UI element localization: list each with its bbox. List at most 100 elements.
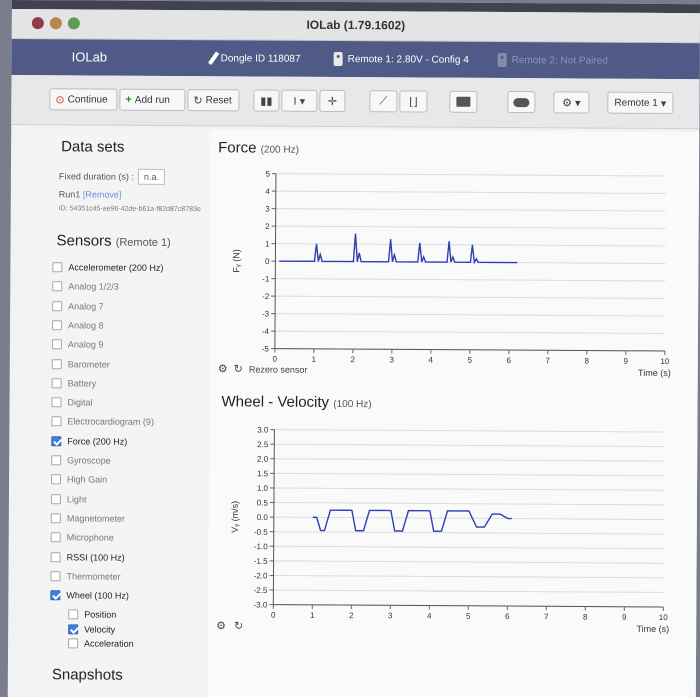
gridline <box>273 502 664 506</box>
x-axis-label: Time (s) <box>638 368 671 378</box>
sensor-item[interactable]: Gyroscope <box>51 455 111 466</box>
remove-run-link[interactable]: [Remove] <box>83 189 122 199</box>
x-tick-label: 10 <box>660 357 670 366</box>
y-tick-label: 2.5 <box>257 440 269 449</box>
fixed-duration-field[interactable]: n.a. <box>137 168 166 185</box>
sensor-item[interactable]: Barometer <box>51 358 110 370</box>
gear-icon[interactable]: ⚙ <box>218 362 228 375</box>
wheel-option[interactable]: Position <box>68 609 116 620</box>
sensor-item[interactable]: Microphone <box>50 532 114 543</box>
line-chart-button[interactable]: ⟋ <box>369 90 398 113</box>
sensors-title: Sensors <box>56 232 112 250</box>
sensor-checkbox[interactable] <box>51 416 62 427</box>
remote-device-icon <box>497 52 507 68</box>
sensor-checkbox[interactable] <box>52 281 63 292</box>
dongle-status: Dongle ID 118087 <box>207 51 301 66</box>
sensor-item[interactable]: Battery <box>51 378 96 389</box>
sensor-checkbox[interactable] <box>51 320 63 331</box>
sensor-item[interactable]: Wheel (100 Hz) <box>50 590 129 601</box>
force-chart[interactable]: 543210-1-2-3-4-50 1 2 3 4 5 6 7 8 9 10Time (s)Fᵧ (… <box>209 165 699 428</box>
settings-button[interactable]: ⚙ ▾ <box>553 91 590 114</box>
wheel-velocity-chart[interactable]: 3.0 2.5 2.0 1.5 1.0 0.5 0.0 -0.5 -1.0 -1.5 -2.0 -2.… <box>208 421 697 664</box>
open-folder-button[interactable] <box>449 90 478 113</box>
sensor-label: Gyroscope <box>67 455 111 466</box>
gear-icon[interactable]: ⚙ <box>216 619 226 632</box>
sensor-checkbox[interactable] <box>50 513 61 524</box>
sensor-item[interactable]: Analog 7 <box>52 300 104 311</box>
sensor-item[interactable]: Analog 1/2/3 <box>52 281 119 292</box>
sensor-checkbox[interactable] <box>52 262 63 273</box>
sensor-item[interactable]: Force (200 Hz) <box>51 435 127 446</box>
x-tick-label: 8 <box>585 357 590 366</box>
sensor-checkbox[interactable] <box>50 493 61 504</box>
x-tick-label: 2 <box>351 355 356 364</box>
fixed-duration-row: Fixed duration (s) : n.a. <box>59 168 166 185</box>
sensor-checkbox[interactable] <box>51 455 62 466</box>
sensor-checkbox[interactable] <box>52 300 63 311</box>
remote-select[interactable]: Remote 1 ▾ <box>607 91 674 115</box>
sensor-item[interactable]: Electrocardiogram (9) <box>51 416 154 427</box>
move-button[interactable]: ✛ <box>319 89 346 113</box>
sensor-item[interactable]: Digital <box>51 397 93 408</box>
gridline <box>275 225 666 229</box>
cloud-button[interactable] <box>507 91 536 114</box>
sensor-checkbox[interactable] <box>51 339 62 350</box>
chevron-down-icon: ▾ <box>660 97 667 110</box>
sensor-item[interactable]: High Gain <box>51 474 107 485</box>
bar-chart-icon: ▮▮ <box>260 95 273 108</box>
cursor-mode-button[interactable]: I ▾ <box>281 89 318 112</box>
add-run-button[interactable]: + Add run <box>119 88 186 112</box>
sensor-checkbox[interactable] <box>51 474 62 485</box>
sensor-item[interactable]: Light <box>50 493 87 504</box>
sensor-checkbox[interactable] <box>51 397 62 408</box>
run-label: Run1 <box>58 189 81 200</box>
sensor-item[interactable]: Analog 9 <box>51 339 103 350</box>
wheel-option[interactable]: Velocity <box>68 624 115 635</box>
wheel-option-checkbox[interactable] <box>68 638 79 649</box>
sensor-item[interactable]: RSSI (100 Hz) <box>50 551 125 562</box>
sensor-checkbox[interactable] <box>50 532 61 543</box>
sensor-item[interactable]: Thermometer <box>50 571 121 582</box>
sensor-checkbox[interactable] <box>51 358 62 369</box>
add-run-label: Add run <box>134 94 170 106</box>
gridline <box>275 173 666 177</box>
sensor-checkbox[interactable] <box>51 435 62 446</box>
gridline <box>275 190 666 194</box>
continue-label: Continue <box>67 93 108 106</box>
y-tick-label: -3.0 <box>253 600 267 609</box>
stats-button[interactable]: ▮▮ <box>253 89 280 112</box>
sensor-label: Analog 1/2/3 <box>68 281 119 292</box>
fit-chart-button[interactable]: ⌊⌋ <box>399 90 428 113</box>
sensor-item[interactable]: Analog 8 <box>51 320 104 331</box>
rezero-icon[interactable]: ↻ <box>234 619 243 632</box>
gridline <box>273 516 664 520</box>
continue-button[interactable]: ⊙ Continue <box>49 88 118 111</box>
force-title-rate: (200 Hz) <box>260 144 299 156</box>
wheel-option[interactable]: Acceleration <box>68 638 134 649</box>
sensors-heading: Sensors (Remote 1) <box>56 232 170 250</box>
y-tick-label: 0 <box>265 257 270 266</box>
cloud-icon <box>513 97 530 107</box>
y-tick-label: -5 <box>262 345 270 354</box>
wheel-option-checkbox[interactable] <box>68 624 79 635</box>
x-tick-label: 5 <box>466 612 471 621</box>
sensor-label: Barometer <box>67 358 110 370</box>
app-header: IOLab Dongle ID 118087 Remote 1: 2.80V -… <box>11 38 700 80</box>
rezero-sensor-button[interactable]: Rezero sensor <box>249 364 308 374</box>
remote1-status[interactable]: Remote 1: 2.80V - Config 4 <box>333 51 469 67</box>
rezero-icon[interactable]: ↻ <box>234 362 243 375</box>
wheel-chart-controls: ⚙ ↻ <box>216 619 243 632</box>
refresh-icon: ↻ <box>193 94 203 107</box>
dongle-label: Dongle ID 118087 <box>220 52 301 65</box>
sensor-checkbox[interactable] <box>50 551 61 562</box>
sensor-checkbox[interactable] <box>50 571 61 582</box>
wheel-option-checkbox[interactable] <box>68 609 79 620</box>
sensor-checkbox[interactable] <box>50 590 61 601</box>
sensor-item[interactable]: Accelerometer (200 Hz) <box>52 262 163 273</box>
remote2-status[interactable]: Remote 2: Not Paired <box>497 52 608 68</box>
reset-button[interactable]: ↻ Reset <box>187 89 240 112</box>
snapshots-heading: Snapshots <box>51 666 123 684</box>
y-tick-label: 0.0 <box>257 513 269 522</box>
sensor-checkbox[interactable] <box>51 378 62 389</box>
sensor-item[interactable]: Magnetometer <box>50 513 125 524</box>
